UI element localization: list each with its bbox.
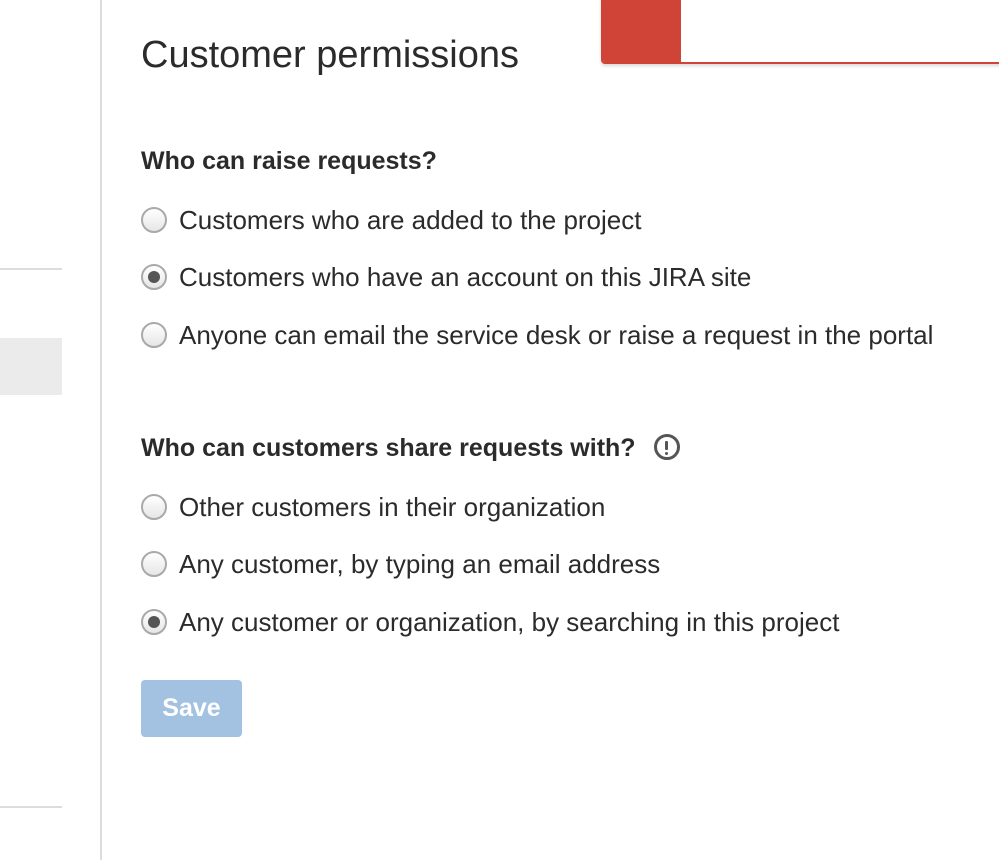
radio-option-searching-project[interactable]: Any customer or organization, by searchi… bbox=[141, 605, 839, 639]
sidebar bbox=[0, 0, 100, 860]
radio-button[interactable] bbox=[141, 207, 167, 233]
radio-button[interactable] bbox=[141, 494, 167, 520]
radio-option-account-on-site[interactable]: Customers who have an account on this JI… bbox=[141, 260, 751, 294]
page-title: Customer permissions bbox=[141, 34, 519, 76]
info-icon[interactable] bbox=[653, 434, 680, 461]
radio-option-organization[interactable]: Other customers in their organization bbox=[141, 490, 605, 524]
radio-label: Anyone can email the service desk or rai… bbox=[179, 319, 934, 350]
radio-label: Customers who have an account on this JI… bbox=[179, 261, 752, 292]
sidebar-item-active[interactable] bbox=[0, 338, 62, 395]
radio-option-added-to-project[interactable]: Customers who are added to the project bbox=[141, 203, 641, 237]
radio-label: Customers who are added to the project bbox=[179, 204, 642, 235]
sidebar-divider bbox=[0, 268, 62, 270]
radio-option-anyone[interactable]: Anyone can email the service desk or rai… bbox=[141, 318, 933, 352]
radio-label: Other customers in their organization bbox=[179, 491, 606, 522]
radio-label: Any customer or organization, by searchi… bbox=[179, 606, 840, 637]
section-heading-raise-requests: Who can raise requests? bbox=[141, 147, 437, 175]
radio-button-selected[interactable] bbox=[141, 609, 167, 635]
radio-button[interactable] bbox=[141, 322, 167, 348]
radio-option-email-address[interactable]: Any customer, by typing an email address bbox=[141, 547, 660, 581]
radio-button[interactable] bbox=[141, 551, 167, 577]
sidebar-divider bbox=[0, 806, 62, 808]
radio-button-selected[interactable] bbox=[141, 264, 167, 290]
section-heading-share-requests: Who can customers share requests with? bbox=[141, 434, 680, 463]
notification-banner bbox=[601, 0, 999, 64]
banner-accent bbox=[603, 0, 681, 62]
section-heading-text: Who can customers share requests with? bbox=[141, 434, 636, 462]
sidebar-border bbox=[100, 0, 102, 860]
radio-label: Any customer, by typing an email address bbox=[179, 548, 661, 579]
save-button[interactable]: Save bbox=[141, 680, 242, 737]
